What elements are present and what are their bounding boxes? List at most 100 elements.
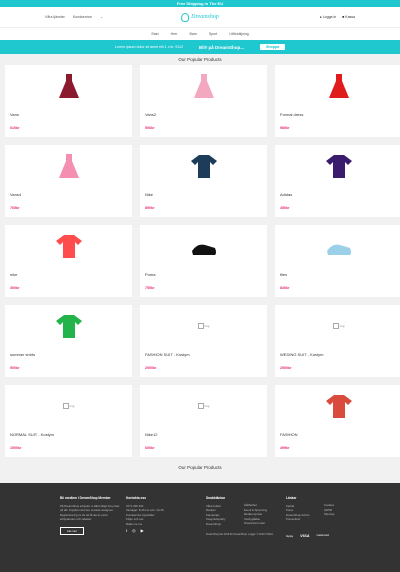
product-name[interactable]: WEDING SUIT - Kostym [280, 352, 323, 357]
read-more-button[interactable]: Läs mer [60, 526, 84, 535]
product-card[interactable]: Adidas 450kr [275, 145, 400, 217]
footer-quicklinks-col2: Hållbarhet Event & Sponsring Medlemspris… [244, 503, 284, 526]
cart-link[interactable]: ■ Kassa [342, 15, 355, 19]
product-name[interactable]: Nike [145, 192, 153, 197]
product-image[interactable]: img [140, 311, 267, 341]
product-image[interactable] [5, 151, 132, 181]
product-image[interactable] [275, 391, 400, 421]
product-name[interactable]: nike [10, 272, 17, 277]
product-name[interactable]: FASHION SUIT - Kostym [145, 352, 190, 357]
shipping-banner: Free Shipping in The EU [0, 0, 400, 7]
shop-button[interactable]: Shoppa [260, 44, 286, 50]
product-image[interactable] [275, 151, 400, 181]
product-card[interactable]: img NORMAL SUIT - Kostym 1500kr [5, 385, 132, 457]
product-name[interactable]: files [280, 272, 287, 277]
product-name[interactable]: Nike12 [145, 432, 157, 437]
dress-icon [58, 74, 79, 98]
login-label: Logga in [322, 15, 337, 19]
payment-methods: Gpay VISA mastercard [286, 533, 329, 538]
product-name[interactable]: NORMAL SUIT - Kostym [10, 432, 54, 437]
product-card[interactable]: img WEDING SUIT - Kostym 2500kr [275, 305, 400, 377]
product-card[interactable]: FASHION 499kr [275, 385, 400, 457]
product-card[interactable]: img Nike12 600kr [140, 385, 267, 457]
product-card[interactable]: files 840kr [275, 225, 400, 297]
product-image[interactable] [140, 231, 267, 261]
product-price: 1500kr [10, 446, 22, 450]
product-card[interactable]: Vans2 506kr [140, 65, 267, 137]
product-card[interactable]: Nike 890kr [140, 145, 267, 217]
dress-icon [193, 74, 214, 98]
footer-link[interactable]: Sitemap [324, 512, 354, 517]
customer-service-link[interactable]: Kundservice [73, 15, 92, 19]
product-card[interactable]: Vans 610kr [5, 65, 132, 137]
product-grid: Vans 610kr Vans2 506kr Formal dress 980kr Vans… [5, 65, 400, 457]
product-image[interactable] [5, 311, 132, 341]
footer-link[interactable]: Presentkort [286, 517, 326, 522]
nav-start[interactable]: Start [151, 32, 158, 36]
product-price: 2000kr [145, 366, 157, 370]
quicklinks-title: Snabblänkar [206, 496, 226, 500]
broken-image-icon: img [198, 323, 210, 329]
copyright: DreamShop Ab 2019 för DreamShop. Logga: … [206, 533, 273, 536]
product-price: 610kr [10, 126, 20, 130]
login-link[interactable]: ● Logga in [320, 15, 337, 19]
product-name[interactable]: summer shirts [10, 352, 35, 357]
youtube-icon[interactable]: ▶ [141, 528, 144, 534]
gpay-icon: Gpay [286, 533, 294, 538]
product-name[interactable]: Adidas [280, 192, 292, 197]
product-image[interactable] [140, 71, 267, 101]
header-actions: ● Logga in ■ Kassa [320, 15, 355, 19]
product-image[interactable] [140, 151, 267, 181]
promo-banner: Lorem ipsum dolor sit amet elit 1 x kr. … [0, 40, 400, 54]
product-image[interactable] [275, 71, 400, 101]
shoe-icon [191, 244, 216, 255]
product-card[interactable]: img FASHION SUIT - Kostym 2000kr [140, 305, 267, 377]
product-image[interactable]: img [140, 391, 267, 421]
product-name[interactable]: Vans2 [145, 112, 156, 117]
product-image[interactable] [5, 71, 132, 101]
product-name[interactable]: Vans4 [10, 192, 21, 197]
product-card[interactable]: Puma 750kr [140, 225, 267, 297]
instagram-icon[interactable]: ◎ [132, 528, 136, 534]
member-text: På DreamShop erbjuder vi alltid riktigt … [60, 503, 120, 522]
nav-men[interactable]: Herr [171, 32, 178, 36]
product-price: 499kr [280, 446, 290, 450]
nav-sport[interactable]: Sport [209, 32, 217, 36]
product-price: 765kr [10, 206, 20, 210]
chevron-down-icon[interactable]: ⌄ [100, 15, 103, 19]
contact-title: Kontakta oss [126, 496, 147, 500]
product-name[interactable]: Vans [10, 112, 19, 117]
broken-image-icon: img [333, 323, 345, 329]
product-card[interactable]: nike 300kr [5, 225, 132, 297]
product-image[interactable] [275, 231, 400, 261]
product-image[interactable] [5, 231, 132, 261]
nav-sale[interactable]: Utförsäljning [229, 32, 248, 36]
footer-link[interactable]: DreamShop [206, 522, 246, 527]
product-card[interactable]: Formal dress 980kr [275, 65, 400, 137]
facebook-icon[interactable]: f [126, 528, 127, 534]
services-link[interactable]: Våra tjänster [45, 15, 65, 19]
shirt-icon [55, 315, 82, 338]
product-name[interactable]: Formal dress [280, 112, 303, 117]
product-price: 840kr [280, 286, 290, 290]
bottom-section-title: Our Popular Products [178, 465, 222, 470]
product-image[interactable]: img [5, 391, 132, 421]
product-card[interactable]: Vans4 765kr [5, 145, 132, 217]
footer-link[interactable]: Dreamshot retail [244, 521, 284, 526]
product-price: 980kr [280, 126, 290, 130]
footer-links-col: Länkar Karriär Press DreamShop Admin Pre… [286, 496, 326, 522]
logo[interactable]: Dreamshop [181, 12, 219, 22]
footer-contact-col: Kontakta oss 0771-400 400 Vardagar: 8-20… [126, 496, 171, 533]
product-image[interactable]: img [275, 311, 400, 341]
shirt-icon [190, 155, 217, 178]
member-title: Bli medlem i DreamShop Member [60, 496, 111, 500]
nav-kids[interactable]: Barn [189, 32, 196, 36]
product-name[interactable]: Puma [145, 272, 155, 277]
product-name[interactable]: FASHION [280, 432, 298, 437]
dress-icon [58, 154, 79, 178]
section-title: Our Popular Products [178, 57, 222, 62]
shoe-icon [326, 244, 351, 255]
product-card[interactable]: summer shirts 500kr [5, 305, 132, 377]
social-links: f ◎ ▶ [126, 528, 171, 534]
site-header: Våra tjänster Kundservice ⌄ Dreamshop ● … [0, 7, 400, 27]
